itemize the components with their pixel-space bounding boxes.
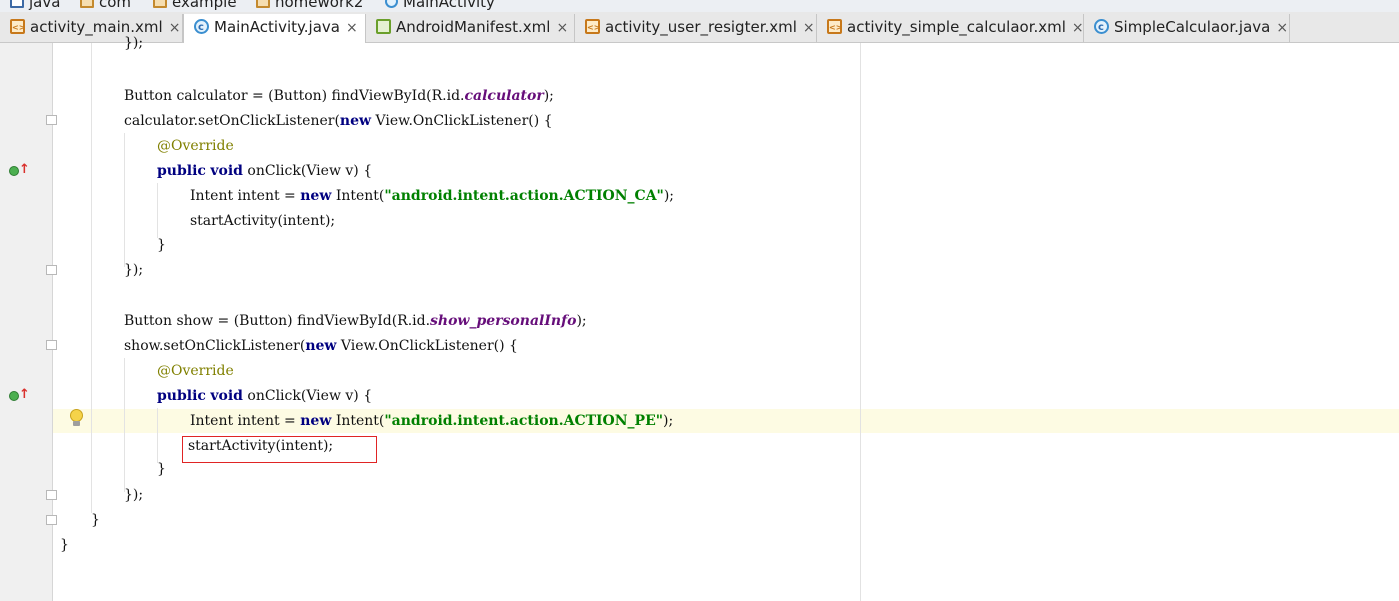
breadcrumb-item-java[interactable]: java <box>10 0 60 11</box>
indent-guide <box>91 43 92 513</box>
close-icon[interactable]: × <box>1276 15 1288 41</box>
code-line: Button show = (Button) findViewById(R.id… <box>124 313 587 329</box>
code-line: Intent intent = new Intent("android.inte… <box>190 188 675 204</box>
code-line: }); <box>124 35 144 51</box>
code-line: @Override <box>157 363 234 379</box>
code-line: } <box>157 237 166 253</box>
fold-marker-icon[interactable] <box>46 265 57 275</box>
tab-activity-main-xml[interactable]: activity_main.xml× <box>0 14 183 42</box>
fold-marker-icon[interactable] <box>46 340 57 350</box>
breadcrumb-item-homework2[interactable]: homework2 <box>256 0 363 11</box>
fold-marker-icon[interactable] <box>46 115 57 125</box>
xml-file-icon <box>827 15 842 41</box>
override-method-icon[interactable]: ↑ <box>9 163 30 179</box>
indent-guide <box>124 358 125 492</box>
code-line: } <box>91 512 100 528</box>
code-line: Button calculator = (Button) findViewByI… <box>124 88 554 104</box>
package-icon <box>256 0 270 8</box>
package-icon <box>80 0 94 8</box>
tab-androidmanifest-xml[interactable]: AndroidManifest.xml × <box>366 14 575 42</box>
code-line: show.setOnClickListener(new View.OnClick… <box>124 338 518 354</box>
manifest-file-icon <box>376 19 391 34</box>
package-icon <box>153 0 167 8</box>
close-icon[interactable]: × <box>169 15 181 41</box>
code-line: }); <box>124 262 144 278</box>
code-line: }); <box>124 487 144 503</box>
folder-icon <box>10 0 24 8</box>
tab-activity-simple-calculaor-xml[interactable]: activity_simple_calculaor.xml× <box>817 14 1084 42</box>
close-icon[interactable]: × <box>803 15 815 41</box>
indent-guide <box>124 133 125 267</box>
class-icon <box>385 0 398 8</box>
java-class-icon <box>1094 15 1109 41</box>
highlight-box <box>182 436 377 463</box>
breadcrumb: java com example homework2 MainActivity <box>0 0 1399 12</box>
code-line: calculator.setOnClickListener(new View.O… <box>124 113 553 129</box>
breadcrumb-item-com[interactable]: com <box>80 0 131 11</box>
right-margin-guide <box>860 43 861 601</box>
code-line: startActivity(intent); <box>190 213 336 229</box>
tab-simplecalculaor-java[interactable]: SimpleCalculaor.java× <box>1084 14 1290 42</box>
fold-marker-icon[interactable] <box>46 515 57 525</box>
xml-file-icon <box>10 15 25 41</box>
code-line: public void onClick(View v) { <box>157 388 373 404</box>
code-line: public void onClick(View v) { <box>157 163 373 179</box>
indent-guide <box>157 183 158 238</box>
code-line: @Override <box>157 138 234 154</box>
code-line: } <box>157 461 166 477</box>
breadcrumb-item-example[interactable]: example <box>153 0 237 11</box>
lightbulb-icon[interactable] <box>70 409 83 428</box>
close-icon[interactable]: × <box>556 15 568 41</box>
java-class-icon <box>194 15 209 41</box>
editor-tab-bar: activity_main.xml× MainActivity.java× An… <box>0 12 1399 43</box>
override-method-icon[interactable]: ↑ <box>9 388 30 404</box>
code-line-current[interactable]: Intent intent = new Intent("android.inte… <box>190 409 673 433</box>
code-line: } <box>60 537 69 553</box>
xml-file-icon <box>585 15 600 41</box>
fold-marker-icon[interactable] <box>46 490 57 500</box>
tab-mainactivity-java[interactable]: MainActivity.java× <box>183 14 366 43</box>
tab-activity-user-resigter-xml[interactable]: activity_user_resigter.xml× <box>575 14 817 42</box>
indent-guide <box>157 408 158 463</box>
close-icon[interactable]: × <box>1072 15 1084 41</box>
close-icon[interactable]: × <box>346 15 358 41</box>
breadcrumb-item-mainactivity[interactable]: MainActivity <box>385 0 495 11</box>
